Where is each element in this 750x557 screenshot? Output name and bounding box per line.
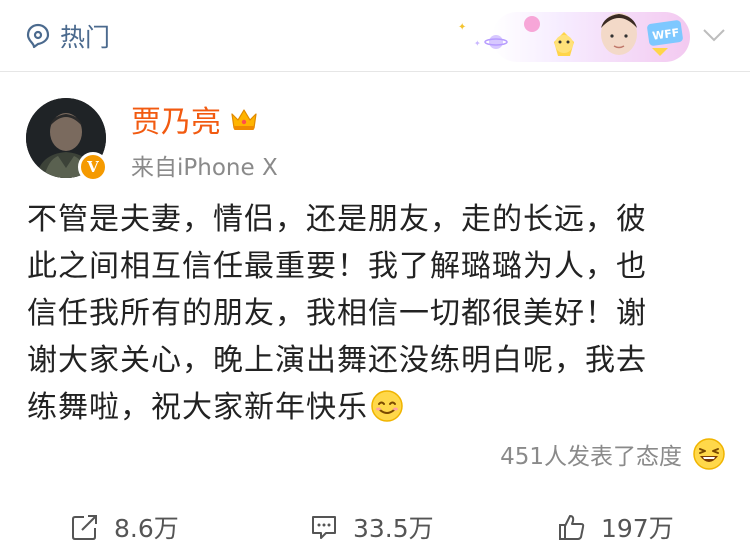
svg-text:✦: ✦ [458,22,466,33]
comment-count: 33.5万 [353,514,434,543]
chevron-down-icon[interactable] [700,24,728,46]
comment-button[interactable]: 33.5万 [309,507,434,547]
repost-count: 8.6万 [114,514,179,543]
comment-icon [312,516,336,539]
like-count: 197万 [601,514,674,543]
crown-icon[interactable] [229,106,259,132]
tab-hot[interactable]: 热门 [24,20,110,52]
smile-emoji-icon [371,390,403,422]
post-line: 谢大家关心，晚上演出舞还没练明白呢，我去 [27,343,647,378]
author-name[interactable]: 贾乃亮 [131,97,221,141]
author-row: 贾乃亮 [131,97,259,141]
reactions-count: 451人发表了态度 [500,444,682,470]
post-content: 不管是夫妻，情侣，还是朋友，走的长远，彼 此之间相互信任最重要！我了解璐璐为人，… [27,196,727,431]
thumbs-up-icon [559,515,585,540]
post-source: 来自iPhone X [131,155,278,181]
repost-button[interactable]: 8.6万 [70,507,179,547]
svg-text:✦: ✦ [474,39,481,48]
share-icon [72,515,97,540]
post-line: 不管是夫妻，情侣，还是朋友，走的长远，彼 [27,202,647,237]
top-bar: 热门 ✦ ✦ WFF [0,0,750,72]
post-line: 练舞啦，祝大家新年快乐 [27,390,368,425]
verified-badge: V [78,152,108,182]
like-button[interactable]: 197万 [557,507,674,547]
post-line: 信任我所有的朋友，我相信一切都很美好！谢 [27,296,647,331]
tab-hot-label: 热门 [60,23,111,52]
laughing-emoji-icon [693,438,725,470]
post-line-last: 练舞啦，祝大家新年快乐 [27,384,727,431]
reactions-summary[interactable]: 451人发表了态度 [500,436,726,472]
action-bar: 8.6万 33.5万 197万 [0,497,750,557]
post-line: 此之间相互信任最重要！我了解璐璐为人，也 [27,249,647,284]
location-pin-icon [26,23,50,49]
promo-banner[interactable]: ✦ ✦ WFF [452,6,692,66]
